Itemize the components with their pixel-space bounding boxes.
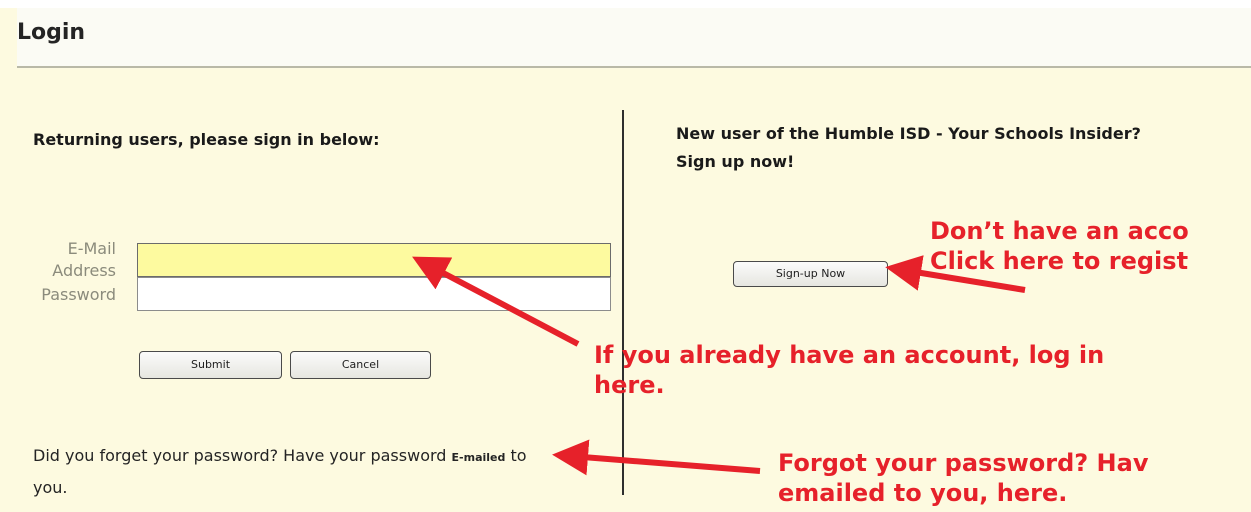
login-annotation: If you already have an account, log in h… [594,340,1104,400]
arrow-to-forgot-link [552,439,761,476]
arrow-to-email-field [412,256,580,347]
forgot-annotation: Forgot your password? Hav emailed to you… [778,448,1148,508]
register-annotation-line1: Don’t have an acco [930,217,1189,245]
login-annotation-line2: here. [594,371,665,399]
register-annotation: Don’t have an acco Click here to regist [930,216,1189,276]
register-annotation-line2: Click here to regist [930,247,1189,275]
login-annotation-line1: If you already have an account, log in [594,341,1105,369]
forgot-annotation-line2: emailed to you, here. [778,479,1068,507]
forgot-annotation-line1: Forgot your password? Hav [778,449,1149,477]
